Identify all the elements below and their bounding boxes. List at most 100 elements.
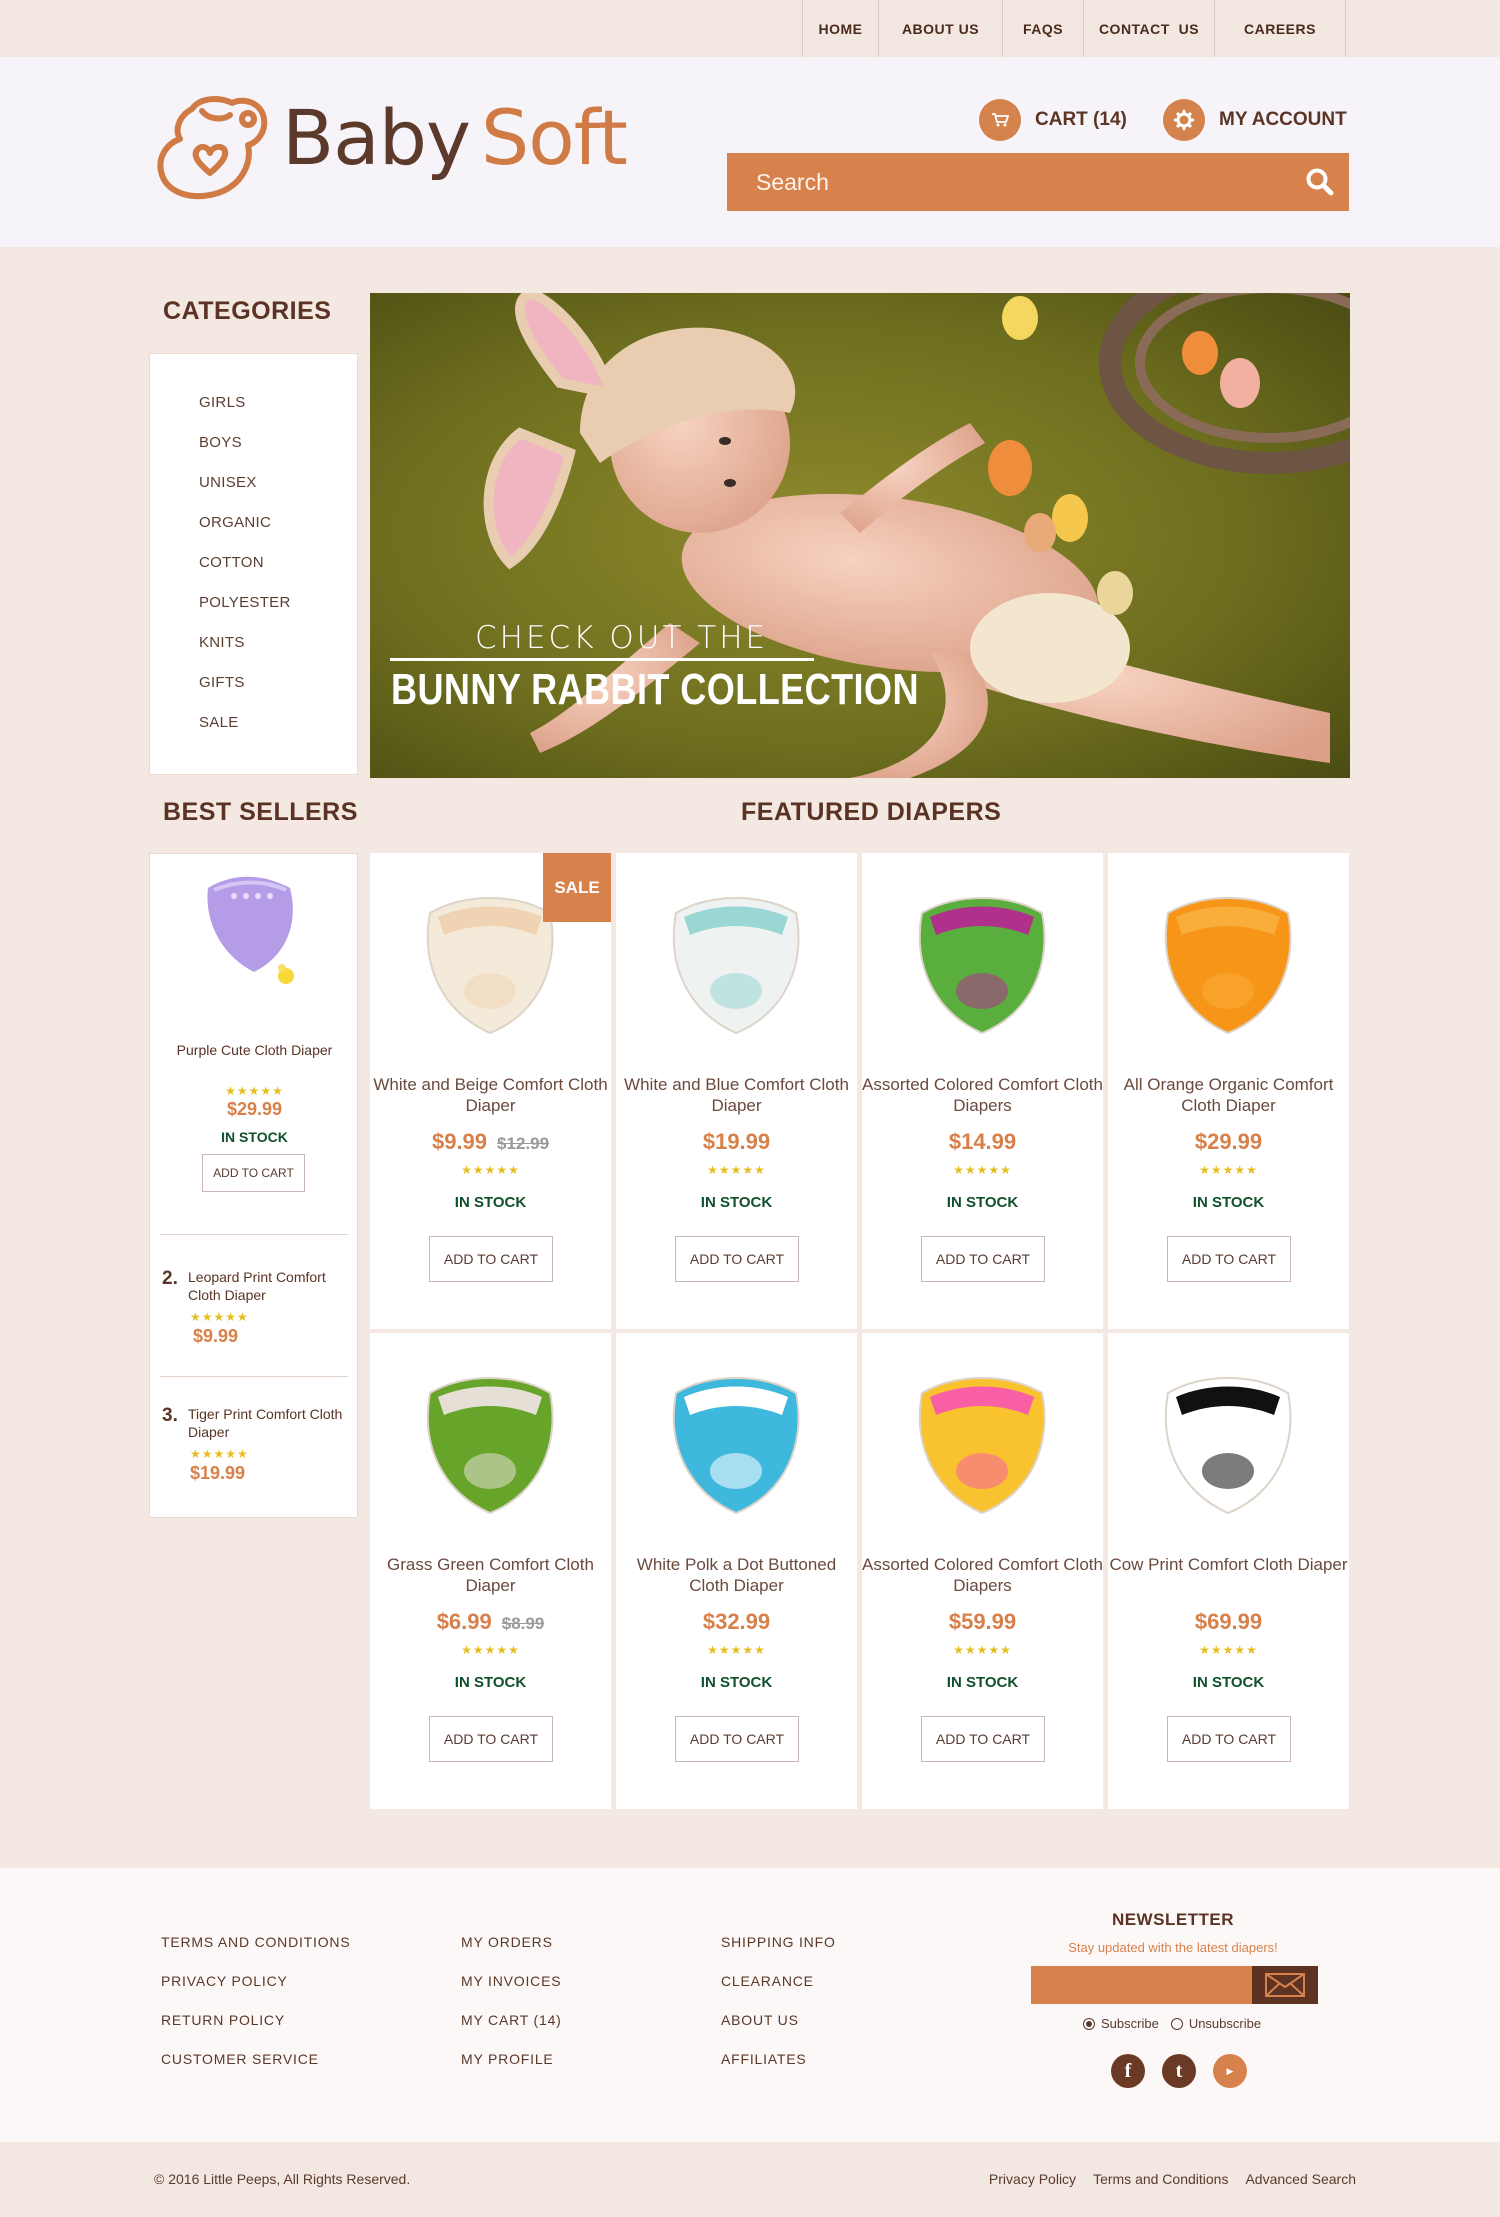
product-price-row: $69.99 (1108, 1609, 1349, 1635)
subscribe-radio[interactable] (1083, 2017, 1095, 2030)
product-stock-status: IN STOCK (454, 1674, 527, 1691)
footer-my-profile-link[interactable]: MY PROFILE (461, 2051, 562, 2090)
product-card-assorted-colored-2[interactable]: Assorted Colored Comfort Cloth Diapers $5… (862, 1333, 1103, 1809)
unsubscribe-radio[interactable] (1170, 2017, 1183, 2030)
add-to-cart-button[interactable]: ADD TO CART (1167, 1716, 1291, 1762)
product-card-assorted-colored-1[interactable]: Assorted Colored Comfort Cloth Diapers $1… (862, 853, 1103, 1329)
product-price: $14.99 (948, 1129, 1017, 1154)
footer-clearance-link[interactable]: CLEARANCE (721, 1973, 836, 2012)
site-footer: TERMS AND CONDITIONS PRIVACY POLICY RETU… (0, 1868, 1500, 2142)
cart-link[interactable]: CART (14) (979, 99, 1127, 141)
category-cotton[interactable]: COTTON (150, 554, 357, 594)
product-card-polka-dot[interactable]: White Polk a Dot Buttoned Cloth Diaper $3… (616, 1333, 857, 1809)
purple-diaper-image[interactable] (194, 868, 314, 988)
footer-shipping-link[interactable]: SHIPPING INFO (721, 1934, 836, 1973)
category-polyester[interactable]: POLYESTER (150, 594, 357, 634)
nav-home-link[interactable]: HOME (803, 0, 879, 57)
bottom-advanced-search-link[interactable]: Advanced Search (1245, 2171, 1356, 2187)
category-boys[interactable]: BOYS (150, 434, 357, 474)
bottom-terms-link[interactable]: Terms and Conditions (1093, 2171, 1228, 2187)
best-seller-1-name[interactable]: Purple Cute Cloth Diaper (150, 1042, 359, 1058)
footer-privacy-link[interactable]: PRIVACY POLICY (161, 1973, 350, 2012)
product-name[interactable]: White and Beige Comfort Cloth Diaper (370, 1074, 611, 1116)
best-sellers-panel: Purple Cute Cloth Diaper ★★★★★ $29.99 IN… (149, 853, 358, 1518)
best-sellers-title: BEST SELLERS (163, 798, 358, 826)
search-bar (727, 153, 1349, 211)
category-organic[interactable]: ORGANIC (150, 514, 357, 554)
hero-banner[interactable]: CHECK OUT THE BUNNY RABBIT COLLECTION (370, 293, 1350, 778)
product-price: $6.99 (436, 1609, 492, 1634)
product-name[interactable]: Cow Print Comfort Cloth Diaper (1108, 1554, 1349, 1575)
product-card-white-blue[interactable]: White and Blue Comfort Cloth Diaper $19.9… (616, 853, 857, 1329)
product-price-row: $14.99 (862, 1129, 1103, 1155)
product-image[interactable] (1148, 1353, 1309, 1523)
nav-contact-link[interactable]: CONTACT US (1084, 0, 1215, 57)
bottom-privacy-link[interactable]: Privacy Policy (989, 2171, 1076, 2187)
product-card-orange-organic[interactable]: All Orange Organic Comfort Cloth Diaper $… (1108, 853, 1349, 1329)
twitter-icon[interactable]: t (1162, 2054, 1196, 2088)
footer-my-orders-link[interactable]: MY ORDERS (461, 1934, 562, 1973)
best-seller-2-name: Leopard Print Comfort Cloth Diaper (188, 1269, 326, 1303)
nav-about-link[interactable]: ABOUT US (879, 0, 1003, 57)
youtube-icon[interactable]: ▶ (1213, 2054, 1247, 2088)
search-icon[interactable] (1305, 167, 1335, 202)
product-stock-status: IN STOCK (1192, 1194, 1265, 1211)
product-name[interactable]: White and Blue Comfort Cloth Diaper (616, 1074, 857, 1116)
nav-faqs-link[interactable]: FAQS (1003, 0, 1084, 57)
best-seller-1-stock-status: IN STOCK (221, 1129, 288, 1145)
my-account-link[interactable]: MY ACCOUNT (1163, 99, 1347, 141)
category-girls[interactable]: GIRLS (150, 394, 357, 434)
add-to-cart-button[interactable]: ADD TO CART (1167, 1236, 1291, 1282)
category-sale[interactable]: SALE (150, 714, 357, 754)
footer-affiliates-link[interactable]: AFFILIATES (721, 2051, 836, 2090)
footer-policies-links: TERMS AND CONDITIONS PRIVACY POLICY RETU… (161, 1934, 350, 2090)
facebook-icon[interactable]: f (1111, 2054, 1145, 2088)
brand-name-part1: Baby (282, 93, 471, 182)
product-image[interactable] (656, 873, 817, 1043)
product-rating-stars: ★★★★★ (953, 1643, 1012, 1657)
nav-careers-link[interactable]: CAREERS (1215, 0, 1346, 57)
add-to-cart-button[interactable]: ADD TO CART (675, 1236, 799, 1282)
add-to-cart-button[interactable]: ADD TO CART (921, 1236, 1045, 1282)
add-to-cart-button[interactable]: ADD TO CART (921, 1716, 1045, 1762)
add-to-cart-button[interactable]: ADD TO CART (675, 1716, 799, 1762)
footer-about-link[interactable]: ABOUT US (721, 2012, 836, 2051)
footer-return-policy-link[interactable]: RETURN POLICY (161, 2012, 350, 2051)
brand-name-part2: Soft (481, 93, 628, 182)
add-to-cart-button[interactable]: ADD TO CART (429, 1236, 553, 1282)
product-price-row: $29.99 (1108, 1129, 1349, 1155)
product-image[interactable] (902, 1353, 1063, 1523)
hero-subheading: CHECK OUT THE (475, 620, 769, 656)
best-seller-divider (160, 1376, 348, 1377)
product-name[interactable]: All Orange Organic Comfort Cloth Diaper (1108, 1074, 1349, 1116)
newsletter-email-input[interactable] (1031, 1966, 1252, 2004)
category-knits[interactable]: KNITS (150, 634, 357, 674)
best-seller-divider (160, 1234, 348, 1235)
category-gifts[interactable]: GIFTS (150, 674, 357, 714)
product-image[interactable] (410, 1353, 571, 1523)
best-seller-3-name: Tiger Print Comfort Cloth Diaper (188, 1406, 343, 1440)
add-to-cart-button[interactable]: ADD TO CART (429, 1716, 553, 1762)
product-name[interactable]: Grass Green Comfort Cloth Diaper (370, 1554, 611, 1596)
footer-customer-service-link[interactable]: CUSTOMER SERVICE (161, 2051, 350, 2090)
best-seller-3-rating-stars: ★★★★★ (190, 1447, 249, 1461)
product-name[interactable]: Assorted Colored Comfort Cloth Diapers (862, 1074, 1103, 1116)
product-image[interactable] (1148, 873, 1309, 1043)
product-image[interactable] (656, 1353, 817, 1523)
product-image[interactable] (902, 873, 1063, 1043)
product-stock-status: IN STOCK (1192, 1674, 1265, 1691)
category-unisex[interactable]: UNISEX (150, 474, 357, 514)
search-input[interactable] (727, 168, 1287, 196)
brand-logo[interactable]: Baby Soft (152, 93, 632, 203)
featured-diapers-title: FEATURED DIAPERS (741, 798, 1002, 826)
product-name[interactable]: White Polk a Dot Buttoned Cloth Diaper (616, 1554, 857, 1596)
footer-terms-link[interactable]: TERMS AND CONDITIONS (161, 1934, 350, 1973)
product-card-white-beige[interactable]: White and Beige Comfort Cloth Diaper $9.9… (370, 853, 611, 1329)
newsletter-submit-button[interactable] (1252, 1966, 1318, 2004)
product-card-grass-green[interactable]: Grass Green Comfort Cloth Diaper $6.99 $8.… (370, 1333, 611, 1809)
footer-my-cart-link[interactable]: MY CART (14) (461, 2012, 562, 2051)
best-seller-1-add-to-cart-button[interactable]: ADD TO CART (202, 1154, 305, 1192)
product-card-cow-print[interactable]: Cow Print Comfort Cloth Diaper $69.99 ★★★★… (1108, 1333, 1349, 1809)
product-name[interactable]: Assorted Colored Comfort Cloth Diapers (862, 1554, 1103, 1596)
footer-my-invoices-link[interactable]: MY INVOICES (461, 1973, 562, 2012)
